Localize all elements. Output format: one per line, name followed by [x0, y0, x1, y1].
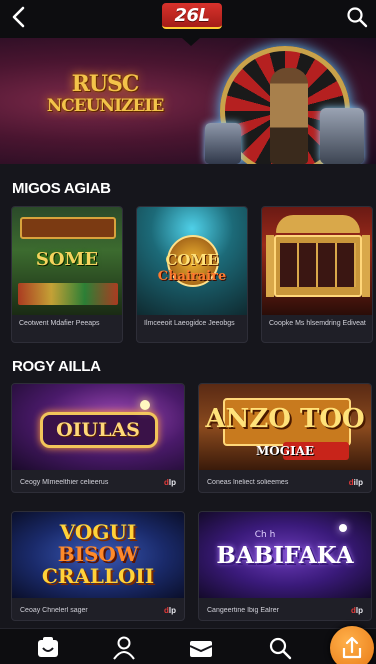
- game-thumbnail-title: VOGUI: [59, 520, 137, 544]
- profile-icon: [113, 636, 135, 660]
- hero-title: RUSC NCEUNIZEIE: [30, 73, 180, 117]
- game-card[interactable]: Ch h BABIFAKA Cangeertine Ibig Ealrer dl…: [198, 511, 372, 621]
- game-card[interactable]: COME Chairaire Ilmceeoit Laeogidce Jeeob…: [136, 206, 248, 343]
- game-thumbnail: VOGUI BISOW CRALLOII: [12, 512, 184, 598]
- game-thumbnail: Ch h BABIFAKA: [199, 512, 371, 598]
- nav-wallet[interactable]: [188, 635, 214, 661]
- top-bar: 26L: [0, 0, 376, 38]
- game-thumbnail-subtitle: CRALLOII: [41, 564, 155, 588]
- provider-badge: dlp: [351, 606, 363, 615]
- nav-home[interactable]: [35, 635, 61, 661]
- game-card[interactable]: ANZO TOO MOGIAE Coneas lneliect solieeme…: [198, 383, 372, 493]
- logo-notch: [182, 38, 200, 46]
- game-thumbnail-title: BABIFAKA: [216, 542, 354, 569]
- home-icon: [38, 637, 58, 657]
- provider-badge: dilp: [348, 478, 363, 487]
- search-icon: [269, 637, 292, 660]
- hero-title-line1: RUSC: [71, 71, 140, 97]
- nav-search[interactable]: [267, 635, 293, 661]
- nav-profile[interactable]: [111, 635, 137, 661]
- back-button[interactable]: [8, 5, 30, 29]
- hero-character-image: [270, 68, 308, 164]
- app-logo[interactable]: 26L: [162, 3, 222, 29]
- game-thumbnail: [262, 207, 372, 315]
- game-thumbnail-title: SOME: [35, 249, 99, 270]
- upload-icon: [342, 636, 362, 659]
- hero-banner[interactable]: RUSC NCEUNIZEIE: [0, 38, 376, 164]
- game-caption: Ceotwent Mdafier Peeaps: [19, 320, 100, 327]
- game-thumbnail-small-text: Ch h: [254, 530, 276, 540]
- game-thumbnail-title: ANZO TOO: [205, 404, 365, 434]
- game-thumbnail-subtitle: BISOW: [57, 542, 139, 566]
- slot-machine-image: [320, 108, 364, 164]
- slot-machine-image: [205, 123, 241, 164]
- chevron-left-icon: [12, 6, 25, 28]
- game-thumbnail-subtitle: Chairaire: [157, 269, 227, 284]
- upload-button[interactable]: [330, 626, 374, 664]
- provider-badge: dlp: [164, 606, 176, 615]
- search-icon: [347, 7, 368, 28]
- section-title: MIGOS AGIAB: [12, 180, 111, 197]
- game-card[interactable]: OIULAS Ceogy Mlmeelthier celieerus dlp: [11, 383, 185, 493]
- game-thumbnail: OIULAS: [12, 384, 184, 470]
- game-caption: Cangeertine Ibig Ealrer: [207, 607, 279, 614]
- provider-badge: dlp: [164, 478, 176, 487]
- search-button[interactable]: [346, 5, 368, 29]
- game-thumbnail: COME Chairaire: [137, 207, 247, 315]
- section-title: ROGY AILLA: [12, 358, 101, 375]
- game-caption: Coopke Ms hlsemdring Ediveat: [269, 320, 366, 327]
- game-caption: Ceogy Mlmeelthier celieerus: [20, 479, 109, 486]
- bottom-nav: [0, 628, 376, 664]
- wallet-icon: [189, 641, 213, 657]
- hero-title-line2: NCEUNIZEIE: [46, 96, 165, 116]
- game-card[interactable]: VOGUI BISOW CRALLOII Ceoay Chnelerl sage…: [11, 511, 185, 621]
- game-thumbnail-subtitle: MOGIAE: [255, 444, 315, 458]
- game-card[interactable]: Coopke Ms hlsemdring Ediveat: [261, 206, 373, 343]
- game-card[interactable]: SOME Ceotwent Mdafier Peeaps: [11, 206, 123, 343]
- game-thumbnail-title: COME: [165, 251, 219, 269]
- game-caption: Ceoay Chnelerl sager: [20, 607, 88, 614]
- game-caption: Ilmceeoit Laeogidce Jeeobgs: [144, 320, 235, 327]
- game-thumbnail: SOME: [12, 207, 122, 315]
- game-caption: Coneas lneliect solieemes: [207, 479, 289, 486]
- game-thumbnail: ANZO TOO MOGIAE: [199, 384, 371, 470]
- game-thumbnail-title: OIULAS: [56, 419, 140, 441]
